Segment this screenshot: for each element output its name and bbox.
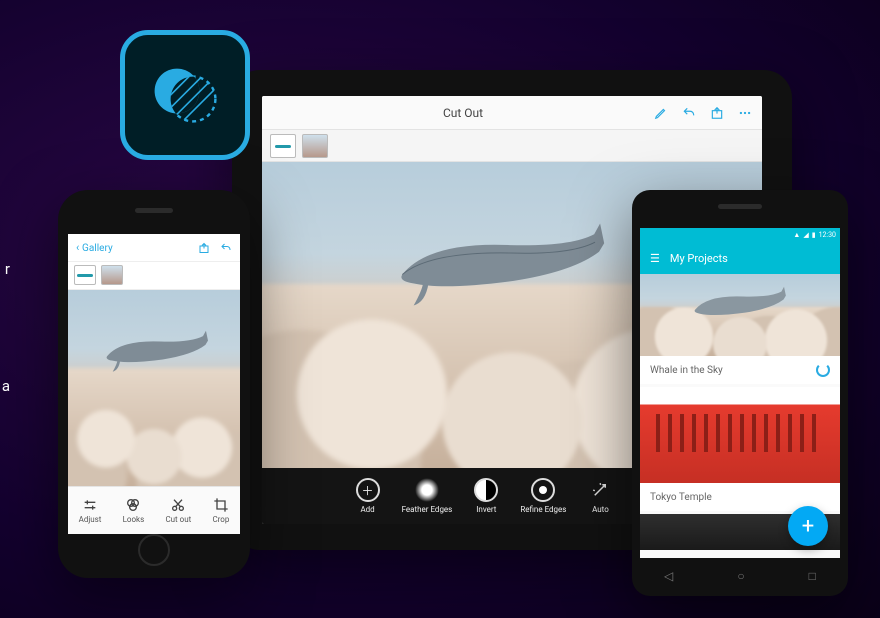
photoshop-mix-logo-icon <box>145 55 225 135</box>
android-status-bar: ▲ ◢ ▮ 12:30 <box>640 228 840 242</box>
layer-thumb-image[interactable] <box>101 265 123 285</box>
iphone-device-frame: ‹ Gallery Adjust Looks <box>58 190 250 578</box>
fab-add-project[interactable]: + <box>788 506 828 546</box>
android-back-icon[interactable]: ◁ <box>664 569 673 583</box>
more-icon[interactable] <box>738 106 752 120</box>
tool-label: Looks <box>123 515 145 524</box>
iphone-toolbar: ‹ Gallery <box>68 234 240 262</box>
status-time: 12:30 <box>819 231 836 239</box>
battery-icon: ▮ <box>812 231 816 239</box>
layer-thumb-brush[interactable] <box>270 134 296 158</box>
android-home-icon[interactable]: ○ <box>737 569 744 583</box>
share-icon[interactable] <box>710 106 724 120</box>
tool-auto[interactable]: Auto <box>588 478 612 514</box>
tool-label: Invert <box>476 505 496 514</box>
cropped-promo-text: r a <box>0 250 10 406</box>
app-icon-photoshop-mix <box>120 30 250 160</box>
tool-looks[interactable]: Looks <box>123 497 145 524</box>
tool-label: Crop <box>212 515 229 524</box>
undo-icon[interactable] <box>220 242 232 254</box>
project-card[interactable]: Tokyo Temple <box>640 387 840 511</box>
back-gallery-button[interactable]: ‹ Gallery <box>76 241 113 254</box>
layer-thumb-brush[interactable] <box>74 265 96 285</box>
android-screen: ▲ ◢ ▮ 12:30 ☰ My Projects Whale in the S… <box>640 228 840 558</box>
project-label-row: Whale in the Sky <box>640 356 840 384</box>
canvas-clouds <box>68 368 240 486</box>
layer-thumb-image[interactable] <box>302 134 328 158</box>
android-nav-bar: ◁ ○ □ <box>632 564 848 588</box>
tool-invert[interactable]: Invert <box>474 478 498 514</box>
signal-icon: ◢ <box>803 231 808 239</box>
share-icon[interactable] <box>198 242 210 254</box>
project-thumbnail <box>640 274 840 356</box>
tablet-layer-thumbs <box>262 130 762 162</box>
tool-refine-edges[interactable]: Refine Edges <box>520 478 566 514</box>
project-thumbnail <box>640 387 840 483</box>
iphone-bottom-toolbar: Adjust Looks Cut out Crop <box>68 486 240 534</box>
wifi-icon: ▲ <box>793 231 800 239</box>
tool-feather-edges[interactable]: Feather Edges <box>402 478 453 514</box>
tool-crop[interactable]: Crop <box>212 497 229 524</box>
tool-label: Auto <box>592 505 609 514</box>
android-device-frame: ▲ ◢ ▮ 12:30 ☰ My Projects Whale in the S… <box>632 190 848 596</box>
iphone-layer-thumbs <box>68 262 240 290</box>
android-appbar: ☰ My Projects <box>640 242 840 274</box>
android-project-list[interactable]: Whale in the Sky Tokyo Temple + <box>640 274 840 558</box>
iphone-screen: ‹ Gallery Adjust Looks <box>68 234 240 534</box>
pencil-icon[interactable] <box>654 106 668 120</box>
tool-cutout[interactable]: Cut out <box>165 497 191 524</box>
tool-adjust[interactable]: Adjust <box>79 497 102 524</box>
tool-add[interactable]: ＋ Add <box>356 478 380 514</box>
tool-label: Refine Edges <box>520 505 566 514</box>
android-recents-icon[interactable]: □ <box>809 569 816 583</box>
hamburger-icon[interactable]: ☰ <box>650 252 660 265</box>
tablet-title: Cut Out <box>272 106 654 120</box>
tool-label: Cut out <box>165 515 191 524</box>
appbar-title: My Projects <box>670 252 728 265</box>
iphone-canvas[interactable] <box>68 290 240 486</box>
project-title: Tokyo Temple <box>650 492 712 503</box>
project-title: Whale in the Sky <box>650 365 723 376</box>
tablet-toolbar: Cut Out <box>262 96 762 130</box>
tool-label: Adjust <box>79 515 102 524</box>
plus-icon: + <box>802 514 814 539</box>
tool-label: Add <box>360 505 374 514</box>
tool-label: Feather Edges <box>402 505 453 514</box>
undo-icon[interactable] <box>682 106 696 120</box>
project-card[interactable]: Whale in the Sky <box>640 274 840 384</box>
sync-spinner-icon <box>816 363 830 377</box>
